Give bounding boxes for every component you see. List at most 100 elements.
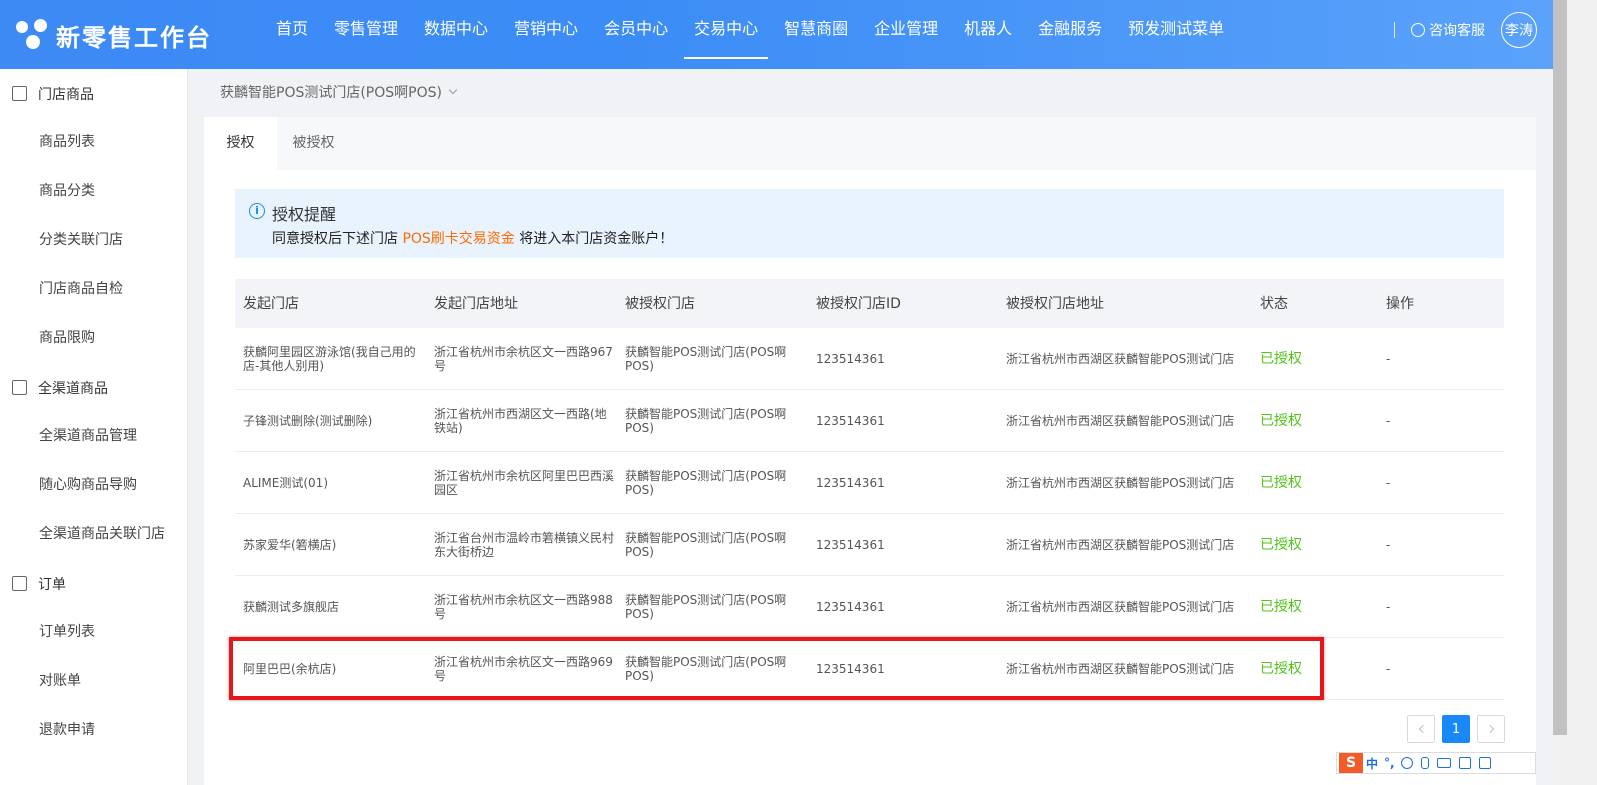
nav-item[interactable]: 预发测试菜单 (1118, 0, 1234, 69)
table-cell: 浙江省杭州市余杭区文一西路988号 (434, 592, 613, 621)
table-cell: 获麟测试多旗舰店 (243, 599, 340, 614)
status-badge: 已授权 (1260, 598, 1302, 615)
ime-toolbar[interactable]: S 中 °, (1336, 752, 1536, 774)
header-actions: 咨询客服 李涛 (1394, 12, 1537, 48)
sidebar-group-label: 订单 (38, 576, 66, 593)
keyboard-icon[interactable] (1436, 758, 1451, 768)
table-cell: 获麟智能POS测试门店(POS啊POS) (625, 592, 787, 621)
chevron-left-icon (1418, 724, 1427, 734)
group-icon (12, 86, 27, 101)
sidebar-group-label: 门店商品 (38, 86, 94, 103)
consult-service-link[interactable]: 咨询客服 (1411, 20, 1485, 40)
notice-highlight: POS刷卡交易资金 (402, 231, 515, 247)
column-header: 操作 (1386, 295, 1414, 312)
column-header: 被授权门店ID (816, 295, 901, 312)
column-header: 被授权门店 (625, 295, 695, 312)
next-page-button[interactable] (1477, 715, 1505, 743)
page-scrollbar[interactable] (1553, 0, 1597, 785)
app-title: 新零售工作台 (56, 23, 212, 52)
table-cell: 123514361 (816, 661, 885, 676)
column-header: 发起门店地址 (434, 295, 518, 312)
sogou-logo-icon: S (1339, 753, 1363, 773)
scrollbar-thumb[interactable] (1553, 0, 1567, 735)
sidebar-item[interactable]: 门店商品自检 (0, 265, 187, 314)
microphone-icon[interactable] (1420, 757, 1429, 769)
table-cell: 苏家爱华(箬横店) (243, 537, 337, 552)
sidebar-item[interactable]: 商品分类 (0, 167, 187, 216)
tab-authorize[interactable]: 授权 (204, 117, 277, 170)
nav-item[interactable]: 会员中心 (594, 0, 678, 69)
sidebar-group[interactable]: 全渠道商品 (0, 363, 187, 412)
table-cell: 浙江省杭州市西湖区获麟智能POS测试门店 (1006, 351, 1235, 366)
status-badge: 已授权 (1260, 536, 1302, 553)
table-cell: 浙江省杭州市西湖区获麟智能POS测试门店 (1006, 413, 1235, 428)
sidebar-group[interactable]: 订单 (0, 559, 187, 608)
top-navigation-bar: 新零售工作台 首页 零售管理 数据中心 营销中心 会员中心 交易中心 智慧商圈 企业管理 机器人… (0, 0, 1553, 69)
table-cell: 123514361 (816, 351, 885, 366)
table-cell: 浙江省杭州市余杭区文一西路967号 (434, 344, 613, 373)
settings-icon[interactable] (1458, 757, 1471, 769)
table-cell: 阿里巴巴(余杭店) (243, 661, 337, 676)
notice-suffix: 将进入本门店资金账户！ (514, 231, 674, 247)
nav-item[interactable]: 机器人 (954, 0, 1022, 69)
sidebar-item[interactable]: 分类关联门店 (0, 216, 187, 265)
status-badge: 已授权 (1260, 412, 1302, 429)
store-name: 获麟智能POS测试门店(POS啊POS) (220, 85, 442, 101)
notice-body: 同意授权后下述门店 POS刷卡交易资金 将进入本门店资金账户！ (272, 228, 673, 248)
table-cell: 浙江省杭州市西湖区文一西路(地铁站) (434, 406, 607, 435)
app-logo[interactable]: 新零售工作台 (16, 15, 212, 55)
ime-language[interactable]: 中 (1366, 755, 1378, 772)
ime-punctuation[interactable]: °, (1384, 756, 1395, 770)
table-cell: - (1386, 413, 1391, 428)
group-icon (12, 380, 27, 395)
table-row: 获麟阿里园区游泳馆(我自己用的店-其他人别用) 浙江省杭州市余杭区文一西路967号… (235, 328, 1504, 390)
nav-item[interactable]: 企业管理 (864, 0, 948, 69)
authorization-table: 发起门店 发起门店地址 被授权门店 被授权门店ID 被授权门店地址 状态 操作 获麟阿里园区… (235, 279, 1504, 700)
sidebar-item[interactable]: 商品限购 (0, 314, 187, 363)
sidebar: 门店商品商品列表 商品分类 分类关联门店 门店商品自检 商品限购 全渠道商品 全渠道商品管理… (0, 69, 188, 785)
user-avatar[interactable]: 李涛 (1501, 12, 1537, 48)
sidebar-item[interactable]: 退款申请 (0, 706, 187, 755)
column-header: 发起门店 (243, 295, 299, 312)
page-number-button[interactable]: 1 (1442, 715, 1470, 743)
chevron-down-icon (448, 85, 458, 95)
nav-item[interactable]: 首页 (266, 0, 318, 69)
table-cell: ALIME测试(01) (243, 475, 329, 490)
store-selector[interactable]: 获麟智能POS测试门店(POS啊POS) (220, 82, 458, 102)
table-cell: 浙江省杭州市西湖区获麟智能POS测试门店 (1006, 537, 1235, 552)
table-cell: 获麟智能POS测试门店(POS啊POS) (625, 468, 787, 497)
nav-item[interactable]: 金融服务 (1028, 0, 1112, 69)
nav-item[interactable]: 数据中心 (414, 0, 498, 69)
table-row: 获麟测试多旗舰店 浙江省杭州市余杭区文一西路988号 获麟智能POS测试门店(POS… (235, 576, 1504, 638)
nav-item[interactable]: 交易中心 (684, 0, 769, 69)
pagination: 1 (1407, 715, 1512, 743)
sidebar-item[interactable]: 全渠道商品管理 (0, 412, 187, 461)
authorization-notice: i 授权提醒 同意授权后下述门店 POS刷卡交易资金 将进入本门店资金账户！ (235, 189, 1504, 258)
table-body: 获麟阿里园区游泳馆(我自己用的店-其他人别用) 浙江省杭州市余杭区文一西路967号… (235, 328, 1504, 700)
tab-bar: 授权 被授权 (204, 117, 1536, 170)
emoji-icon[interactable] (1400, 757, 1413, 769)
sidebar-group[interactable]: 门店商品 (0, 69, 187, 118)
sidebar-item[interactable]: 商品列表 (0, 118, 187, 167)
nav-item[interactable]: 营销中心 (504, 0, 588, 69)
divider (1394, 22, 1395, 38)
headset-icon (1411, 23, 1425, 37)
authorization-panel: 授权 被授权 i 授权提醒 同意授权后下述门店 POS刷卡交易资金 将进入本门店… (204, 117, 1536, 785)
sidebar-item[interactable]: 随心购商品导购 (0, 461, 187, 510)
skin-icon[interactable] (1478, 757, 1491, 769)
table-row: 阿里巴巴(余杭店) 浙江省杭州市余杭区文一西路969号 获麟智能POS测试门店(PO… (235, 638, 1504, 700)
sidebar-item[interactable]: 全渠道商品关联门店 (0, 510, 187, 559)
group-icon (12, 576, 27, 591)
sidebar-item[interactable]: 对账单 (0, 657, 187, 706)
nav-item[interactable]: 零售管理 (324, 0, 408, 69)
table-cell: 获麟阿里园区游泳馆(我自己用的店-其他人别用) (243, 344, 416, 373)
table-cell: 123514361 (816, 413, 885, 428)
tab-authorized[interactable]: 被授权 (277, 117, 350, 170)
prev-page-button[interactable] (1407, 715, 1435, 743)
table-cell: - (1386, 475, 1391, 490)
sidebar-item[interactable]: 订单列表 (0, 608, 187, 657)
nav-item[interactable]: 智慧商圈 (774, 0, 858, 69)
table-row: ALIME测试(01) 浙江省杭州市余杭区阿里巴巴西溪园区 获麟智能POS测试门店(… (235, 452, 1504, 514)
chevron-right-icon (1485, 724, 1494, 734)
logo-icon (16, 19, 48, 51)
